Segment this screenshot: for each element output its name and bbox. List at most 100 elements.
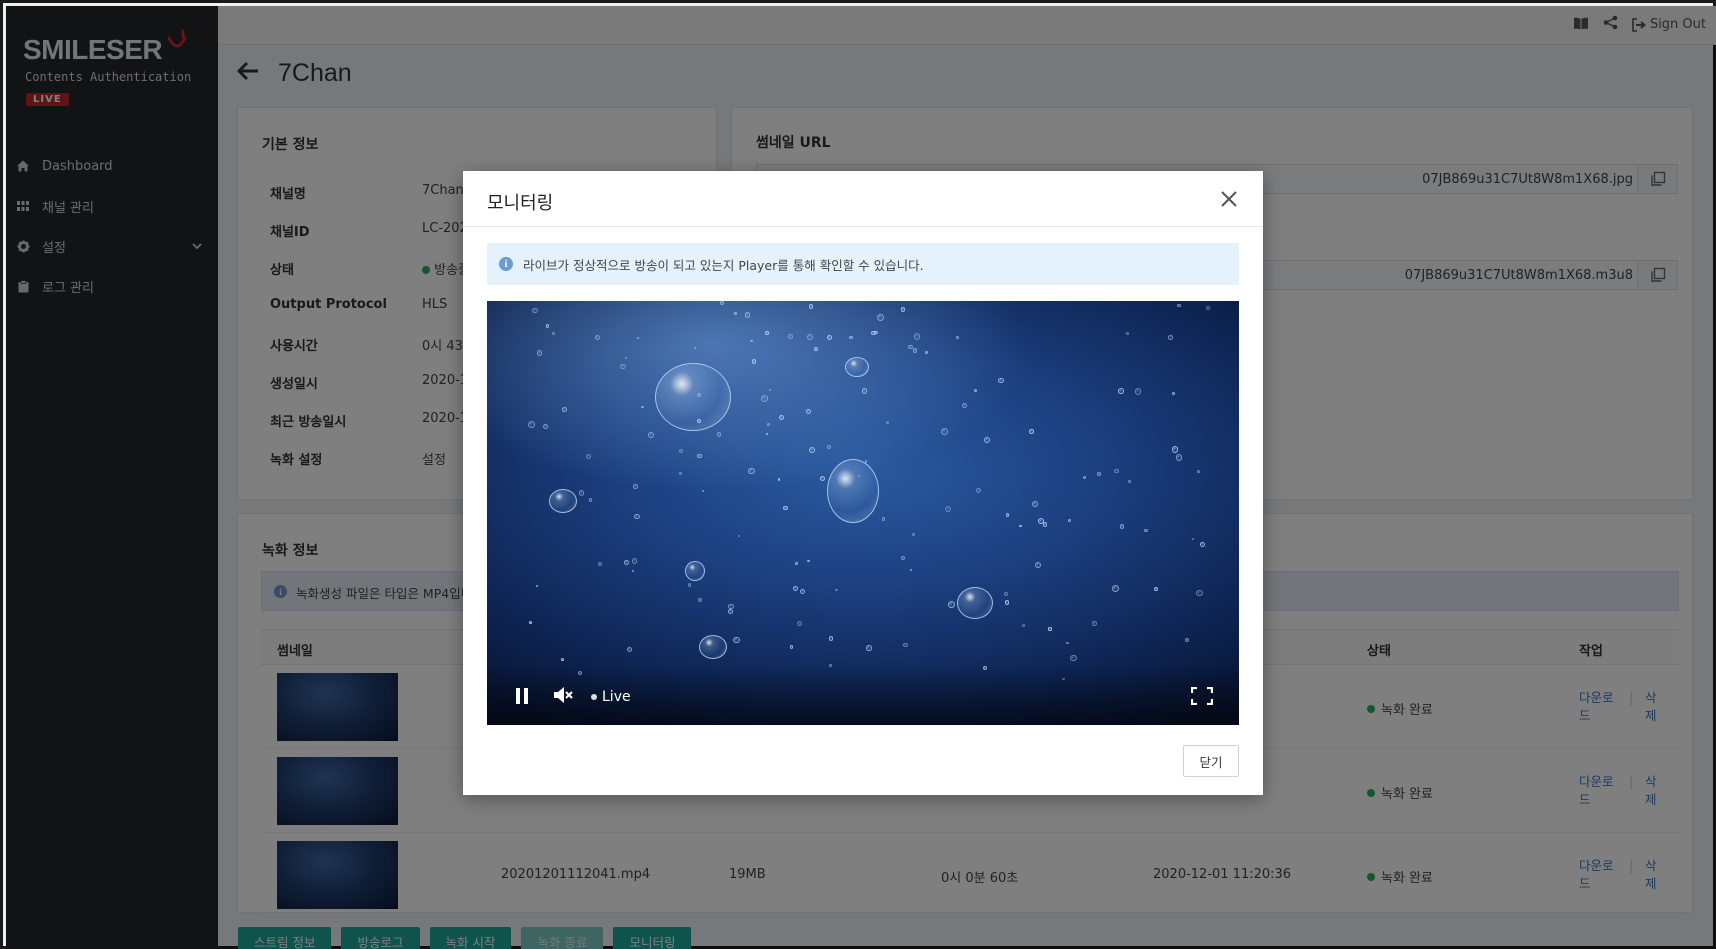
bubble [1029, 429, 1034, 434]
mute-button[interactable] [553, 685, 575, 709]
bubble [1168, 334, 1173, 340]
player-controls: Live [487, 665, 1239, 725]
bubble [1120, 524, 1125, 529]
bubble [561, 657, 564, 661]
bubble [1003, 592, 1008, 597]
bubble [900, 307, 905, 312]
bubble [1196, 589, 1203, 597]
bubble [562, 407, 567, 412]
bubble [1126, 332, 1129, 335]
info-icon: i [499, 257, 513, 271]
modal-close-button[interactable] [1217, 187, 1241, 211]
bubble [750, 339, 753, 343]
bubble [733, 312, 737, 316]
bubble [826, 334, 832, 340]
bubble [1206, 306, 1210, 310]
bubble [1022, 624, 1025, 628]
bubble [881, 517, 886, 521]
bubble [545, 324, 550, 328]
bubble [679, 472, 682, 475]
bubble [948, 601, 955, 608]
bubble [903, 643, 908, 648]
bubble [632, 569, 635, 572]
bubble [777, 478, 781, 481]
bubble [1091, 621, 1097, 627]
bubble [765, 331, 769, 335]
bubble [1004, 600, 1010, 605]
bubble [913, 333, 920, 340]
bubble [1114, 468, 1119, 473]
pause-button[interactable] [515, 687, 529, 709]
bubble [864, 460, 868, 463]
bubble [1048, 627, 1052, 631]
bubble [1068, 518, 1072, 522]
fullscreen-button[interactable] [1190, 686, 1214, 709]
bubble [1171, 446, 1179, 453]
bubble [532, 307, 538, 314]
modal-notice-text: 라이브가 정상적으로 방송이 되고 있는지 Player를 통해 확인할 수 있… [523, 257, 924, 273]
bubble [626, 646, 632, 652]
bubble [885, 420, 889, 424]
bubble [579, 490, 585, 496]
bubble [1184, 637, 1189, 642]
bubble [827, 459, 879, 523]
bubble [808, 304, 814, 309]
bubble [747, 467, 755, 475]
bubble [789, 645, 794, 649]
bubble [779, 414, 785, 420]
bubble [1175, 454, 1182, 461]
bubble [1066, 641, 1069, 645]
bubble [631, 558, 638, 564]
bubble [697, 453, 702, 459]
bubble [808, 446, 815, 454]
bubble [783, 506, 788, 511]
bubble [1112, 585, 1119, 592]
bubble [976, 487, 982, 493]
bubble [761, 395, 768, 402]
bubble [685, 561, 705, 581]
live-dot [591, 694, 597, 700]
bubble [794, 561, 798, 565]
close-icon [1221, 191, 1237, 207]
bubble [1019, 524, 1022, 528]
bubble [594, 334, 600, 340]
bubble [957, 587, 993, 619]
bubble [768, 388, 772, 391]
bubble [701, 489, 704, 492]
modal-notice: i 라이브가 정상적으로 방송이 되고 있는지 Player를 통해 확인할 수… [487, 243, 1239, 285]
bubble [719, 301, 724, 305]
modal-header: 모니터링 [463, 171, 1263, 227]
bubble [807, 333, 814, 340]
bubble [699, 635, 727, 659]
bubble [737, 534, 740, 537]
bubble [807, 559, 810, 562]
live-label: Live [602, 689, 631, 705]
bubble [876, 314, 884, 322]
bubble [528, 420, 535, 428]
bubble [1177, 303, 1181, 307]
volume-muted-icon [554, 687, 573, 703]
bubble [845, 357, 869, 377]
bubble [598, 562, 602, 566]
bubble [796, 620, 802, 626]
bubble [716, 432, 722, 437]
bubble [835, 588, 838, 592]
bubble [1200, 542, 1205, 548]
bubble [1118, 388, 1124, 394]
bubble [1144, 528, 1148, 533]
app-frame: SMILESER Contents Authentication LIVE Da… [0, 0, 1716, 949]
video-player[interactable]: Live [487, 301, 1239, 725]
bubble [687, 583, 692, 587]
bubble [744, 312, 751, 318]
bubble [543, 423, 549, 429]
modal-close-footer-button[interactable]: 닫기 [1183, 745, 1239, 777]
live-indicator: Live [591, 689, 631, 705]
modal-title: 모니터링 [487, 193, 554, 214]
bubble [866, 645, 872, 651]
bubble [633, 484, 638, 489]
bubble [1134, 388, 1142, 395]
monitoring-modal: 모니터링 i 라이브가 정상적으로 방송이 되고 있는지 Player를 통해 … [463, 171, 1263, 795]
bubble [941, 427, 949, 435]
bubble [549, 489, 577, 513]
pause-icon [516, 688, 528, 704]
